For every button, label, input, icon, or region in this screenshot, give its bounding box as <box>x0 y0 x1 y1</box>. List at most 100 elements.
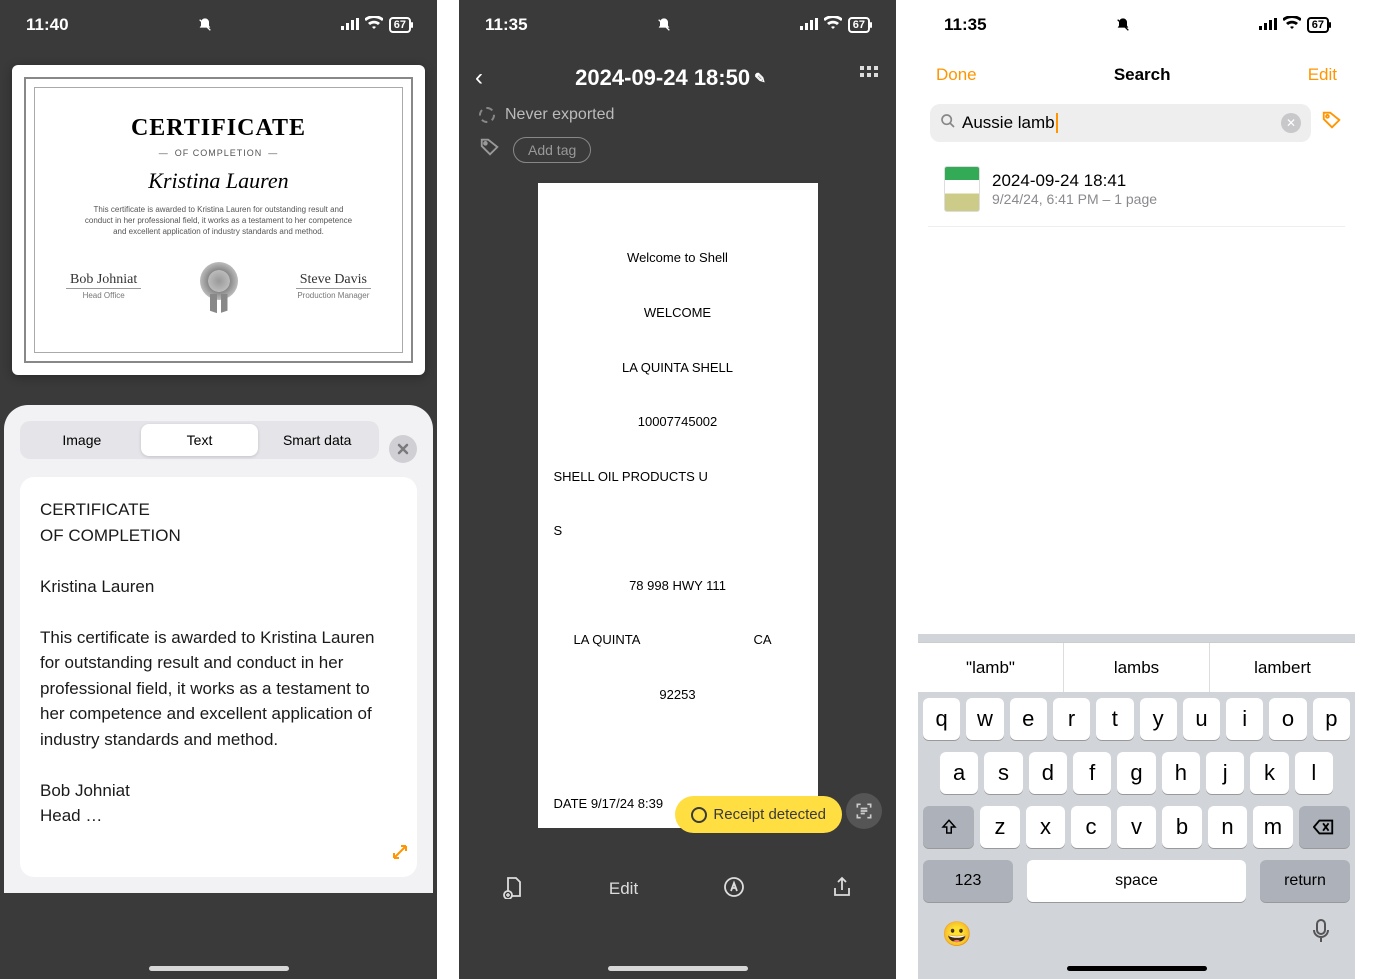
key-m[interactable]: m <box>1253 806 1292 848</box>
key-q[interactable]: q <box>923 698 960 740</box>
tag-icon <box>479 136 501 163</box>
dictation-button[interactable] <box>1311 918 1331 951</box>
suggestion-1[interactable]: "lamb" <box>918 643 1064 692</box>
done-button[interactable]: Done <box>936 65 977 85</box>
home-indicator[interactable] <box>1067 966 1207 971</box>
export-status-row: Never exported <box>459 106 896 124</box>
screen-search: 11:35 67 Done Search Edit Aussie lamb ✕ <box>918 0 1355 979</box>
status-time: 11:40 <box>26 15 69 35</box>
close-button[interactable] <box>389 435 417 463</box>
key-v[interactable]: v <box>1117 806 1156 848</box>
key-r[interactable]: r <box>1053 698 1090 740</box>
key-f[interactable]: f <box>1073 752 1111 794</box>
ocr-panel: Image Text Smart data CERTIFICATE OF COM… <box>4 405 433 893</box>
emoji-button[interactable]: 😀 <box>942 920 972 949</box>
ocr-text-card[interactable]: CERTIFICATE OF COMPLETION Kristina Laure… <box>20 477 417 877</box>
kb-row2: a s d f g h j k l <box>918 746 1355 800</box>
wifi-icon <box>824 15 842 35</box>
key-e[interactable]: e <box>1010 698 1047 740</box>
tags-row: Add tag <box>459 136 896 163</box>
cert-title: CERTIFICATE <box>56 115 381 142</box>
key-p[interactable]: p <box>1313 698 1350 740</box>
add-page-button[interactable] <box>501 875 525 904</box>
key-u[interactable]: u <box>1183 698 1220 740</box>
silent-icon <box>656 17 672 33</box>
home-indicator[interactable] <box>149 966 289 971</box>
edit-title-icon[interactable]: ✎ <box>754 70 766 87</box>
edit-button[interactable]: Edit <box>609 879 638 899</box>
key-h[interactable]: h <box>1162 752 1200 794</box>
lightbulb-icon <box>691 807 707 823</box>
key-d[interactable]: d <box>1029 752 1067 794</box>
search-result-item[interactable]: 2024-09-24 18:41 9/24/24, 6:41 PM – 1 pa… <box>928 152 1345 227</box>
clear-search-button[interactable]: ✕ <box>1281 113 1301 133</box>
add-tag-button[interactable]: Add tag <box>513 137 591 163</box>
segmented-control: Image Text Smart data <box>20 421 379 459</box>
key-t[interactable]: t <box>1096 698 1133 740</box>
cellular-icon <box>1259 15 1277 35</box>
status-bar: 11:40 67 <box>0 0 437 50</box>
status-bar: 11:35 67 <box>459 0 896 50</box>
key-k[interactable]: k <box>1250 752 1288 794</box>
key-backspace[interactable] <box>1299 806 1350 848</box>
tab-smart-data[interactable]: Smart data <box>258 424 376 456</box>
keyboard: "lamb" lambs lambert q w e r t y u i o p… <box>918 634 1355 979</box>
nav-header: Done Search Edit <box>918 50 1355 100</box>
key-b[interactable]: b <box>1162 806 1201 848</box>
share-button[interactable] <box>830 875 854 904</box>
document-title[interactable]: 2024-09-24 18:50 ✎ <box>483 65 858 91</box>
suggestion-3[interactable]: lambert <box>1210 643 1355 692</box>
result-title: 2024-09-24 18:41 <box>992 171 1157 191</box>
silent-icon <box>1115 17 1131 33</box>
key-g[interactable]: g <box>1117 752 1155 794</box>
battery-indicator: 67 <box>848 17 870 33</box>
status-time: 11:35 <box>944 15 987 35</box>
signature-left: Bob Johniat Head Office <box>66 272 141 300</box>
key-n[interactable]: n <box>1208 806 1247 848</box>
back-button[interactable]: ‹ <box>475 64 483 92</box>
key-j[interactable]: j <box>1206 752 1244 794</box>
receipt-detected-badge[interactable]: Receipt detected <box>675 796 842 833</box>
document-preview[interactable]: CERTIFICATE OF COMPLETION Kristina Laure… <box>12 65 425 375</box>
text-select-button[interactable] <box>846 793 882 829</box>
key-space[interactable]: space <box>1027 860 1246 902</box>
resize-icon[interactable] <box>391 843 409 869</box>
key-o[interactable]: o <box>1269 698 1306 740</box>
tab-image[interactable]: Image <box>23 424 141 456</box>
result-subtitle: 9/24/24, 6:41 PM – 1 page <box>992 191 1157 207</box>
suggestion-2[interactable]: lambs <box>1064 643 1210 692</box>
key-y[interactable]: y <box>1140 698 1177 740</box>
edit-button[interactable]: Edit <box>1308 65 1337 85</box>
home-indicator[interactable] <box>608 966 748 971</box>
key-c[interactable]: c <box>1071 806 1110 848</box>
thumbnails-button[interactable] <box>858 64 880 92</box>
key-i[interactable]: i <box>1226 698 1263 740</box>
tab-text[interactable]: Text <box>141 424 259 456</box>
search-input[interactable]: Aussie lamb <box>962 113 1058 134</box>
wifi-icon <box>1283 15 1301 35</box>
key-w[interactable]: w <box>966 698 1003 740</box>
key-z[interactable]: z <box>980 806 1019 848</box>
tag-filter-button[interactable] <box>1321 109 1343 137</box>
key-numbers[interactable]: 123 <box>923 860 1013 902</box>
key-s[interactable]: s <box>984 752 1022 794</box>
annotate-button[interactable] <box>722 875 746 904</box>
cellular-icon <box>341 15 359 35</box>
receipt-image[interactable]: Welcome to Shell WELCOME LA QUINTA SHELL… <box>538 183 818 828</box>
search-field[interactable]: Aussie lamb ✕ <box>930 104 1311 142</box>
result-thumbnail <box>944 166 980 212</box>
wifi-icon <box>365 15 383 35</box>
key-a[interactable]: a <box>940 752 978 794</box>
key-shift[interactable] <box>923 806 974 848</box>
key-l[interactable]: l <box>1295 752 1333 794</box>
screen-receipt-detail: 11:35 67 ‹ 2024-09-24 18:50 ✎ Never expo… <box>459 0 896 979</box>
cellular-icon <box>800 15 818 35</box>
key-return[interactable]: return <box>1260 860 1350 902</box>
export-status: Never exported <box>505 106 614 124</box>
page-title: Search <box>1114 65 1171 85</box>
kb-row3: z x c v b n m <box>918 800 1355 854</box>
search-icon <box>940 113 956 134</box>
cert-subtitle: OF COMPLETION <box>56 148 381 158</box>
key-x[interactable]: x <box>1026 806 1065 848</box>
bottom-toolbar: Edit <box>459 859 896 919</box>
